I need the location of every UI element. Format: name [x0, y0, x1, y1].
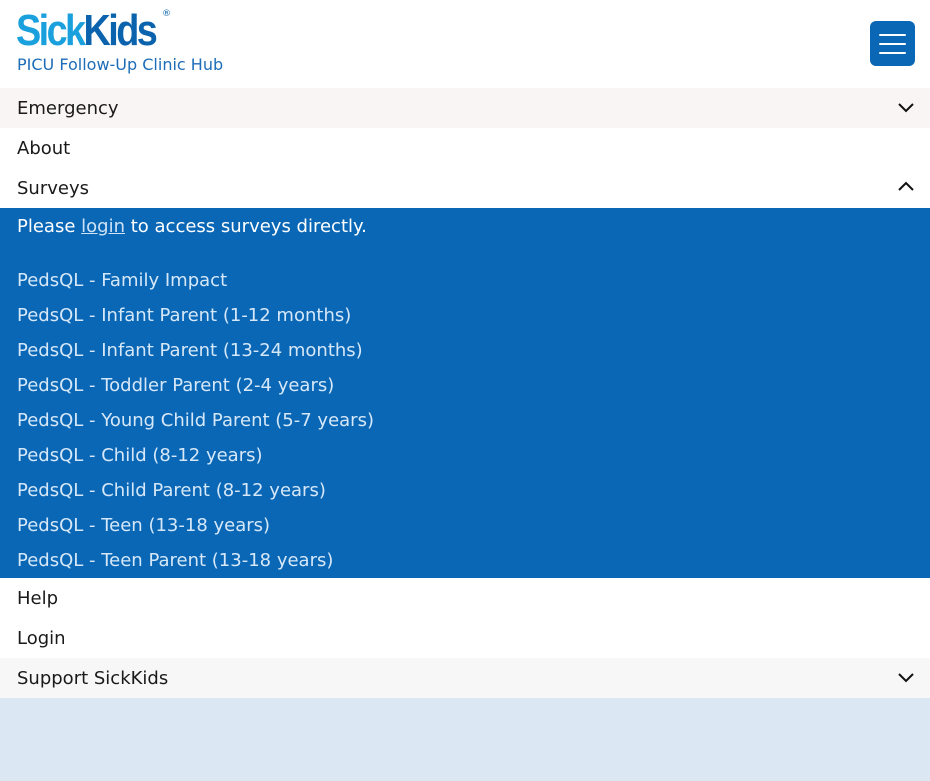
survey-link-teen[interactable]: PedsQL - Teen (13-18 years) — [17, 515, 270, 536]
logo-sick-text: Sick — [16, 6, 86, 55]
logo-kids-text: Kids — [83, 6, 158, 55]
menu-toggle-button[interactable] — [870, 21, 915, 66]
site-subtitle[interactable]: PICU Follow-Up Clinic Hub — [17, 55, 223, 74]
logo-wordmark: SickKids — [16, 6, 158, 55]
survey-link-child-parent[interactable]: PedsQL - Child Parent (8-12 years) — [17, 480, 326, 501]
survey-link-toddler-parent[interactable]: PedsQL - Toddler Parent (2-4 years) — [17, 375, 334, 396]
chevron-down-icon — [898, 673, 914, 683]
login-notice: Please login to access surveys directly. — [17, 216, 367, 237]
nav-item-login[interactable]: Login — [0, 618, 930, 658]
nav-item-label: About — [17, 137, 71, 159]
chevron-down-icon — [898, 103, 914, 113]
nav-item-help[interactable]: Help — [0, 578, 930, 618]
survey-link-infant-parent-1-12[interactable]: PedsQL - Infant Parent (1-12 months) — [17, 305, 351, 326]
nav-item-surveys[interactable]: Surveys — [0, 168, 930, 208]
registered-mark: ® — [162, 9, 171, 19]
survey-link-child[interactable]: PedsQL - Child (8-12 years) — [17, 445, 263, 466]
nav-item-support-sickkids[interactable]: Support SickKids — [0, 658, 930, 698]
nav-item-label: Help — [17, 587, 59, 609]
chevron-up-icon — [898, 181, 914, 191]
nav-item-about[interactable]: About — [0, 128, 930, 168]
nav-item-label: Support SickKids — [17, 667, 169, 689]
nav-item-label: Emergency — [17, 97, 119, 119]
notice-text-after: to access surveys directly. — [125, 216, 367, 237]
site-header: SickKids ® PICU Follow-Up Clinic Hub — [0, 0, 930, 88]
notice-text-before: Please — [17, 216, 82, 237]
survey-link-young-child-parent[interactable]: PedsQL - Young Child Parent (5-7 years) — [17, 410, 374, 431]
surveys-dropdown-panel: Please login to access surveys directly.… — [0, 208, 930, 578]
nav-item-label: Surveys — [17, 177, 89, 199]
nav-item-label: Login — [17, 627, 66, 649]
notice-login-link[interactable]: login — [81, 216, 125, 237]
survey-link-teen-parent[interactable]: PedsQL - Teen Parent (13-18 years) — [17, 550, 333, 571]
sickkids-logo[interactable]: SickKids ® — [16, 7, 178, 55]
survey-link-family-impact[interactable]: PedsQL - Family Impact — [17, 270, 227, 291]
nav-item-emergency[interactable]: Emergency — [0, 88, 930, 128]
survey-link-infant-parent-13-24[interactable]: PedsQL - Infant Parent (13-24 months) — [17, 340, 363, 361]
